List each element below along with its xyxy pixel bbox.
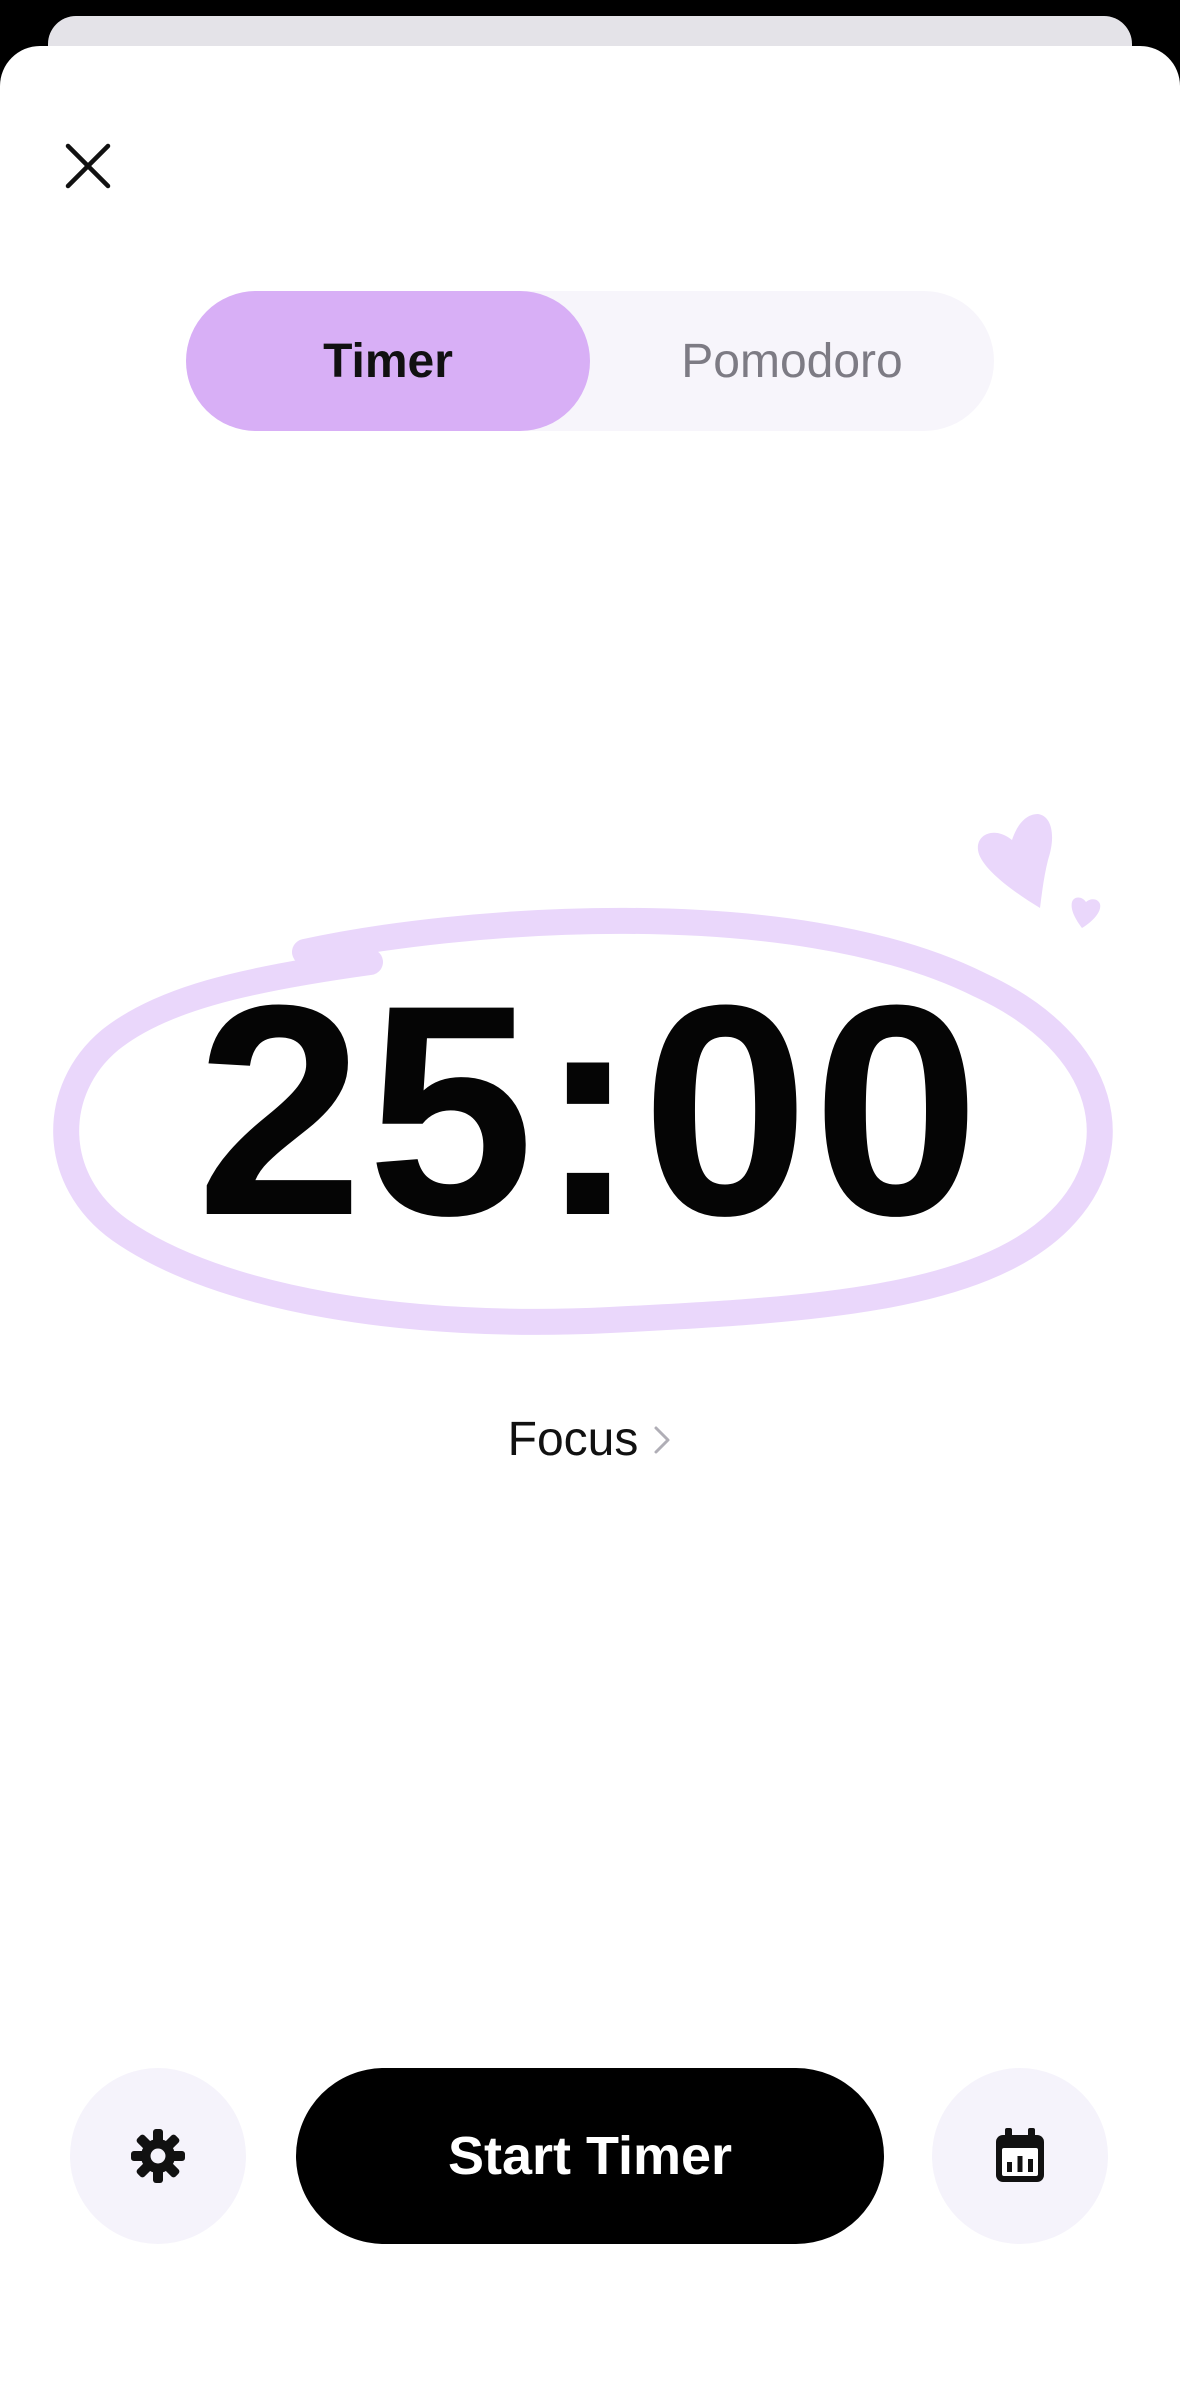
tab-timer-label: Timer (323, 334, 453, 388)
tab-timer[interactable]: Timer (186, 291, 590, 431)
timer-sheet: Timer Pomodoro 25:00 Focus Start Timer (0, 46, 1180, 2396)
stats-button[interactable] (932, 2068, 1108, 2244)
start-timer-button[interactable]: Start Timer (296, 2068, 884, 2244)
session-label: Focus (507, 1413, 639, 1466)
action-bar: Start Timer (0, 2068, 1180, 2248)
calendar-stats-icon (996, 2128, 1044, 2182)
tab-pomodoro[interactable]: Pomodoro (590, 291, 994, 431)
settings-button[interactable] (70, 2068, 246, 2244)
gear-icon (131, 2129, 185, 2183)
tab-pomodoro-label: Pomodoro (681, 334, 903, 388)
close-button[interactable] (52, 130, 124, 202)
mode-switch: Timer Pomodoro (186, 291, 994, 431)
timer-display-area: 25:00 (50, 790, 1130, 1370)
timer-countdown: 25:00 (196, 942, 984, 1278)
chevron-right-icon (654, 1426, 670, 1453)
session-selector[interactable]: Focus (0, 1412, 1180, 1467)
hearts-icon (977, 814, 1101, 928)
close-icon (65, 143, 111, 189)
